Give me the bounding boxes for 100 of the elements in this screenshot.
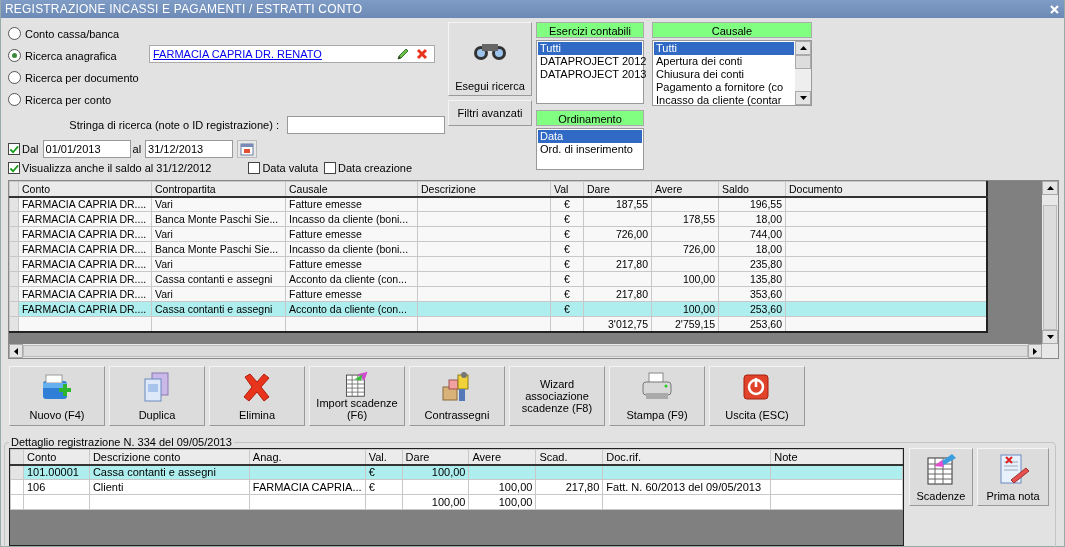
- list-item[interactable]: Data: [538, 130, 642, 143]
- close-button[interactable]: [1048, 3, 1060, 15]
- table-cell: Cassa contanti e assegni: [92, 466, 216, 479]
- journal-button[interactable]: Prima nota: [977, 448, 1049, 506]
- table-cell: €: [564, 273, 570, 285]
- radio-button[interactable]: [8, 27, 21, 40]
- list-item[interactable]: Incasso da cliente (contar: [654, 94, 794, 107]
- field-label: Stringa di ricerca (note o ID registrazione) :: [69, 119, 279, 131]
- column-header[interactable]: Documento: [785, 181, 987, 197]
- table-cell: 2'759,15: [675, 317, 715, 330]
- scroll-thumb[interactable]: [795, 55, 811, 69]
- radio-button[interactable]: [8, 71, 21, 84]
- column-header[interactable]: Conto: [18, 181, 152, 197]
- table-cell: FARMACIA CAPRIA DR....: [22, 198, 147, 211]
- column-header[interactable]: Descrizione conto: [89, 449, 250, 465]
- partner-link[interactable]: FARMACIA CAPRIA DR. RENATO: [153, 48, 322, 60]
- column-header[interactable]: Dare: [583, 181, 652, 197]
- list-item[interactable]: Tutti: [538, 42, 642, 55]
- table-cell: Fatt. N. 60/2013 del 09/05/2013: [606, 481, 762, 493]
- exit-button[interactable]: Uscita (ESC): [709, 366, 805, 426]
- column-header[interactable]: Note: [770, 449, 903, 465]
- print-button[interactable]: Stampa (F9): [609, 366, 705, 426]
- duplicate-button[interactable]: Duplica: [109, 366, 205, 426]
- column-header[interactable]: Anag.: [249, 449, 366, 465]
- table-cell: Acconto da cliente (con...: [289, 273, 407, 285]
- field-label: al: [132, 143, 142, 155]
- right-arrow-icon: [1033, 347, 1037, 355]
- scroll-left-button[interactable]: [9, 344, 23, 358]
- table-cell: Vari: [155, 258, 173, 270]
- radio-button[interactable]: [8, 93, 21, 106]
- list-header: Ordinamento: [536, 110, 644, 126]
- list-item[interactable]: Ord. di inserimento: [538, 143, 642, 156]
- column-header[interactable]: Descrizione: [417, 181, 551, 197]
- date-field[interactable]: 01/01/2013: [42, 140, 131, 158]
- search-field[interactable]: [287, 116, 445, 134]
- table-cell: €: [368, 466, 375, 479]
- import-button[interactable]: Import scadenze (F6): [309, 366, 405, 426]
- search-button[interactable]: Esegui ricerca: [448, 22, 532, 96]
- scrollbar[interactable]: [1042, 181, 1058, 344]
- left-arrow-icon: [14, 347, 18, 355]
- radio-label: Ricerca anagrafica: [25, 49, 117, 62]
- scroll-down-button[interactable]: [1042, 330, 1058, 344]
- checkbox[interactable]: [8, 162, 20, 174]
- table-cell: 3'012,75: [608, 317, 648, 330]
- checkbox[interactable]: [324, 162, 337, 174]
- calendar-button[interactable]: [237, 140, 258, 158]
- scroll-up-button[interactable]: [795, 41, 811, 55]
- table-cell: €: [368, 481, 375, 493]
- table-cell: €: [564, 258, 570, 270]
- scrollbar[interactable]: [9, 344, 1042, 358]
- table-cell: Vari: [155, 288, 173, 300]
- column-header[interactable]: Doc.rif.: [602, 449, 771, 465]
- wizard-button[interactable]: Wizard associazione scadenze (F8): [509, 366, 605, 426]
- column-header[interactable]: Val: [550, 181, 584, 197]
- scroll-thumb[interactable]: [23, 345, 1028, 357]
- table-cell: Vari: [155, 198, 173, 211]
- table-cell: 100,00: [682, 303, 715, 315]
- column-header[interactable]: Val.: [365, 449, 403, 465]
- new-button[interactable]: Nuovo (F4): [9, 366, 105, 426]
- check-icon: [9, 143, 19, 155]
- column-header[interactable]: Scad.: [535, 449, 603, 465]
- column-header[interactable]: Conto: [23, 449, 90, 465]
- radio-button[interactable]: [8, 49, 21, 62]
- filters-button[interactable]: Filtri avanzati: [448, 100, 532, 126]
- table-cell: 100,00: [498, 496, 533, 508]
- scroll-thumb[interactable]: [1043, 205, 1057, 330]
- scroll-up-button[interactable]: [1042, 181, 1058, 195]
- schedule-button[interactable]: Scadenze: [909, 448, 973, 506]
- table-cell: Vari: [155, 228, 173, 240]
- table-cell: FARMACIA CAPRIA DR....: [22, 243, 147, 255]
- partner-field[interactable]: FARMACIA CAPRIA DR. RENATO: [149, 45, 435, 63]
- delete-button[interactable]: Elimina: [209, 366, 305, 426]
- column-header[interactable]: Dare: [402, 449, 469, 465]
- checkbox[interactable]: [8, 143, 20, 155]
- table-cell: €: [564, 243, 570, 255]
- column-header[interactable]: Causale: [285, 181, 418, 197]
- spreadsheet-icon: [924, 452, 958, 486]
- list-item[interactable]: Pagamento a fornitore (co: [654, 81, 794, 94]
- column-header[interactable]: Contropartita: [151, 181, 286, 197]
- column-header[interactable]: Saldo: [718, 181, 786, 197]
- checkbox[interactable]: [248, 162, 261, 174]
- list-item[interactable]: Apertura dei conti: [654, 55, 794, 68]
- list-item[interactable]: Chiusura dei conti: [654, 68, 794, 81]
- table-cell: FARMACIA CAPRIA DR....: [22, 258, 147, 270]
- table-cell: FARMACIA CAPRIA DR....: [22, 213, 147, 225]
- table-cell: 253,60: [749, 303, 782, 315]
- column-header[interactable]: Avere: [651, 181, 719, 197]
- scroll-right-button[interactable]: [1028, 344, 1042, 358]
- scrollbar[interactable]: [795, 41, 811, 105]
- table-cell: FARMACIA CAPRIA DR....: [22, 228, 147, 240]
- column-header[interactable]: Avere: [469, 449, 536, 465]
- table-cell: 353,60: [749, 288, 782, 300]
- table-cell: Incasso da cliente (boni...: [289, 213, 409, 225]
- table-cell: FARMACIA CAPRIA DR....: [22, 303, 147, 315]
- cash-on-delivery-button[interactable]: Contrassegni: [409, 366, 505, 426]
- scroll-down-button[interactable]: [795, 91, 811, 105]
- date-field[interactable]: 31/12/2013: [145, 140, 234, 158]
- list-item[interactable]: Tutti: [654, 42, 794, 55]
- table-cell: 100,00: [431, 466, 466, 479]
- pencil-icon: [396, 47, 410, 61]
